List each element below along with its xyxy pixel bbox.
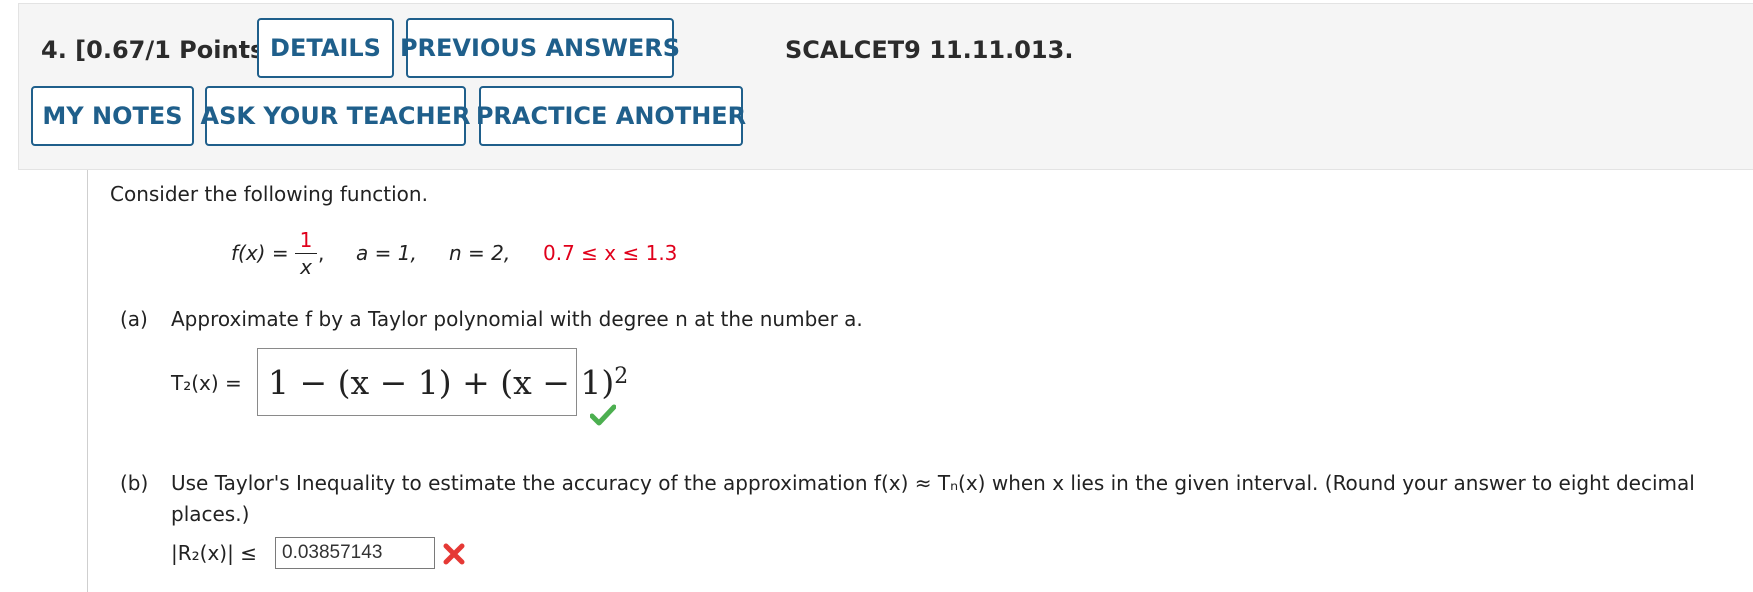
interval: 0.7 ≤ x ≤ 1.3 — [543, 241, 678, 265]
problem-code: SCALCET9 11.11.013. — [785, 36, 1074, 64]
check-icon — [589, 404, 617, 430]
question-points-label: 4. [0.67/1 Points] — [41, 36, 276, 64]
part-a-answer-box[interactable]: 1 − (x − 1) + (x − 1) 2 — [257, 348, 628, 416]
problem-intro: Consider the following function. — [110, 182, 428, 206]
part-a-text: Approximate f by a Taylor polynomial wit… — [171, 307, 863, 331]
part-b-text-line2: places.) — [171, 502, 250, 526]
part-a-lhs: T₂(x) = — [171, 371, 242, 395]
previous-answers-button[interactable]: PREVIOUS ANSWERS — [400, 18, 680, 78]
fraction-bar — [295, 253, 317, 254]
n-value: n = 2, — [449, 241, 511, 265]
practice-another-button[interactable]: PRACTICE ANOTHER — [476, 86, 746, 146]
function-comma: , — [318, 241, 325, 265]
content-left-border — [87, 170, 88, 592]
a-value: a = 1, — [356, 241, 417, 265]
ask-your-teacher-button[interactable]: ASK YOUR TEACHER — [201, 86, 471, 146]
part-a-answer-exponent: 2 — [614, 363, 629, 389]
details-button[interactable]: DETAILS — [257, 18, 394, 78]
question-header: 4. [0.67/1 Points] DETAILS PREVIOUS ANSW… — [18, 3, 1753, 170]
part-b-answer-input[interactable] — [275, 537, 435, 569]
fraction-denominator: x — [300, 255, 312, 279]
part-b-label: (b) — [120, 471, 149, 495]
function-lhs: f(x) = — [231, 241, 289, 265]
function-fraction: 1 x — [295, 228, 317, 279]
my-notes-button[interactable]: MY NOTES — [31, 86, 194, 146]
part-a-label: (a) — [120, 307, 148, 331]
part-b-lhs: |R₂(x)| ≤ — [171, 541, 257, 565]
part-b-text-line1: Use Taylor's Inequality to estimate the … — [171, 471, 1695, 495]
fraction-numerator: 1 — [299, 228, 313, 252]
function-equals: = — [271, 241, 289, 265]
cross-icon — [442, 542, 466, 570]
function-name: f(x) — [231, 241, 266, 265]
part-a-answer: 1 − (x − 1) + (x − 1) — [268, 362, 615, 402]
